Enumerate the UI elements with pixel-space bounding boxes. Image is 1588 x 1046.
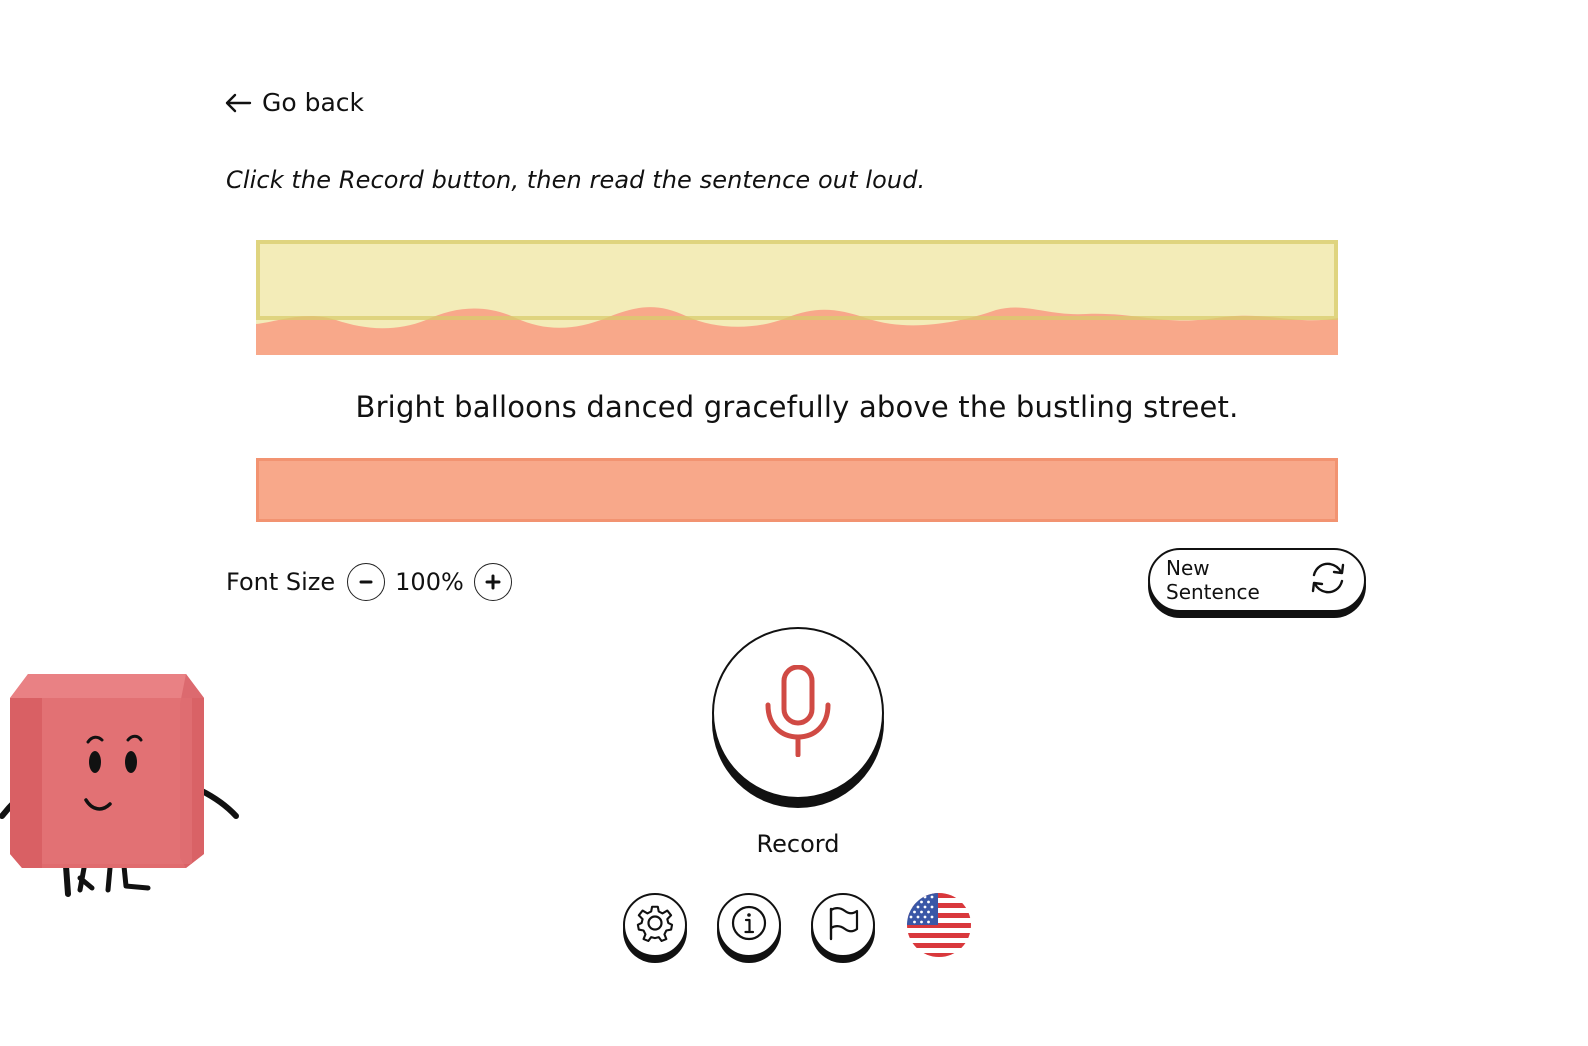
sentence-card: Bright balloons danced gracefully above … xyxy=(256,240,1338,522)
info-button[interactable] xyxy=(717,893,781,957)
mascot-illustration xyxy=(0,674,239,897)
record-button[interactable] xyxy=(712,627,884,799)
new-sentence-label: New Sentence xyxy=(1166,556,1260,604)
language-button[interactable] xyxy=(906,892,972,958)
flag-icon xyxy=(824,904,862,946)
font-size-control: Font Size 100% xyxy=(226,560,512,604)
card-top-band xyxy=(256,240,1338,355)
go-back-link[interactable]: Go back xyxy=(224,88,364,117)
card-bottom-band xyxy=(256,458,1338,522)
font-size-label: Font Size xyxy=(226,568,336,596)
gear-icon xyxy=(635,903,675,947)
new-sentence-button[interactable]: New Sentence xyxy=(1148,548,1366,612)
plus-icon xyxy=(485,574,501,590)
report-button[interactable] xyxy=(811,893,875,957)
font-size-decrease-button[interactable] xyxy=(347,563,386,601)
font-size-value: 100% xyxy=(395,568,464,596)
practice-sentence: Bright balloons danced gracefully above … xyxy=(355,390,1239,424)
info-icon xyxy=(730,904,768,946)
minus-icon xyxy=(359,580,373,584)
microphone-icon xyxy=(763,664,833,761)
refresh-icon xyxy=(1308,558,1348,602)
font-size-increase-button[interactable] xyxy=(473,563,512,601)
instruction-text: Click the Record button, then read the s… xyxy=(226,166,926,194)
go-back-label: Go back xyxy=(262,88,365,117)
settings-button[interactable] xyxy=(623,893,687,957)
record-label: Record xyxy=(756,830,840,858)
arrow-left-icon xyxy=(224,92,252,114)
us-flag-icon xyxy=(907,893,971,957)
